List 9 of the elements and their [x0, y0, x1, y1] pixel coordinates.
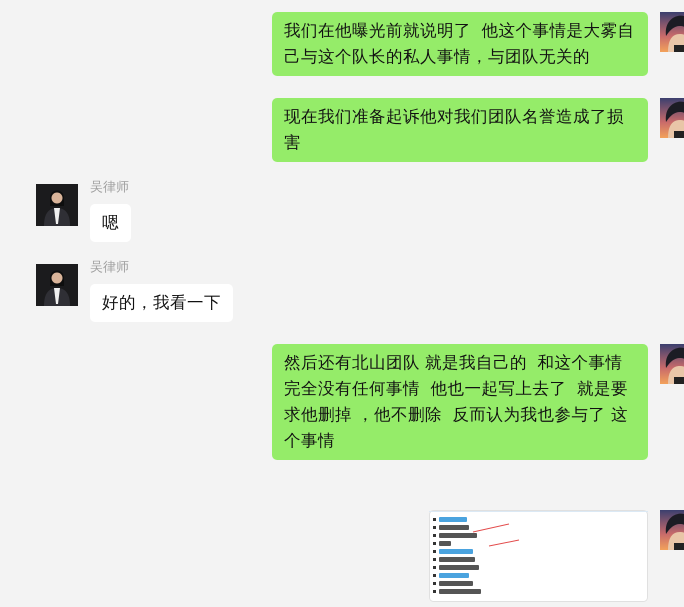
message-bubble: 我们在他曝光前就说明了 他这个事情是大雾自己与这个队长的私人事情，与团队无关的: [272, 12, 648, 76]
message-bubble: 好的，我看一下: [90, 284, 233, 322]
message-bubble: 嗯: [90, 204, 131, 242]
sender-name: 吴律师: [90, 260, 129, 275]
avatar-icon[interactable]: [36, 184, 78, 226]
sender-name: 吴律师: [90, 180, 129, 195]
avatar-icon[interactable]: [36, 264, 78, 306]
message-bubble: 现在我们准备起诉他对我们团队名誉造成了损害: [272, 98, 648, 162]
message-bubble: 然后还有北山团队 就是我自己的 和这个事情完全没有任何事情 他也一起写上去了 就是要求他删掉 ，他不删除 反而认为我也参与了 这个事情: [272, 344, 648, 460]
